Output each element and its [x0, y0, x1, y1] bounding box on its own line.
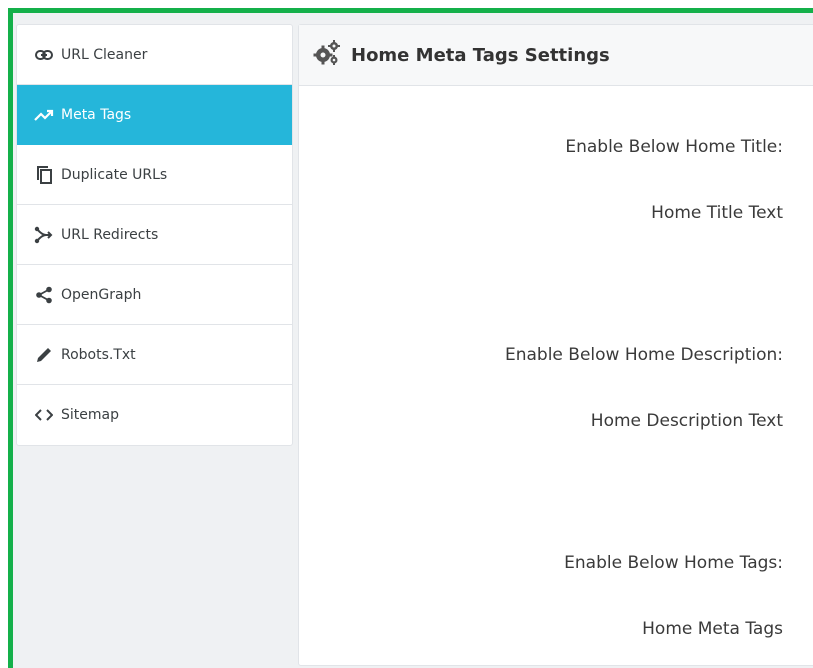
sidebar-item-label: Duplicate URLs — [61, 166, 168, 183]
home-meta-tags-label: Home Meta Tags — [642, 619, 783, 639]
sidebar-item-opengraph[interactable]: OpenGraph — [17, 265, 292, 325]
home-title-text-label: Home Title Text — [651, 203, 783, 223]
panel-title: Home Meta Tags Settings — [351, 44, 610, 66]
enable-home-description-label: Enable Below Home Description: — [504, 345, 783, 365]
panel-header: Home Meta Tags Settings — [299, 25, 813, 86]
sidebar-item-meta-tags[interactable]: Meta Tags — [17, 85, 292, 145]
sidebar: URL Cleaner Meta Tags Duplicate URLs URL… — [16, 24, 293, 446]
sidebar-item-url-redirects[interactable]: URL Redirects — [17, 205, 292, 265]
enable-home-title-label: Enable Below Home Title: — [565, 137, 783, 157]
link-icon — [33, 45, 55, 65]
redirect-icon — [33, 225, 55, 245]
home-description-text-label: Home Description Text — [590, 411, 783, 431]
trending-up-icon — [33, 105, 55, 125]
sidebar-item-label: URL Cleaner — [61, 46, 148, 63]
gears-icon — [313, 40, 341, 70]
sidebar-item-label: Meta Tags — [61, 106, 132, 123]
sidebar-item-robots-txt[interactable]: Robots.Txt — [17, 325, 292, 385]
sidebar-item-label: Robots.Txt — [61, 346, 136, 363]
sidebar-item-label: OpenGraph — [61, 286, 142, 303]
sidebar-item-sitemap[interactable]: Sitemap — [17, 385, 292, 445]
sidebar-item-label: URL Redirects — [61, 226, 159, 243]
sidebar-item-duplicate-urls[interactable]: Duplicate URLs — [17, 145, 292, 205]
copy-icon — [33, 165, 55, 185]
enable-home-tags-label: Enable Below Home Tags: — [564, 553, 783, 573]
sidebar-item-url-cleaner[interactable]: URL Cleaner — [17, 25, 292, 85]
code-icon — [33, 405, 55, 425]
pencil-icon — [33, 345, 55, 365]
share-icon — [33, 285, 55, 305]
sidebar-item-label: Sitemap — [61, 407, 119, 423]
